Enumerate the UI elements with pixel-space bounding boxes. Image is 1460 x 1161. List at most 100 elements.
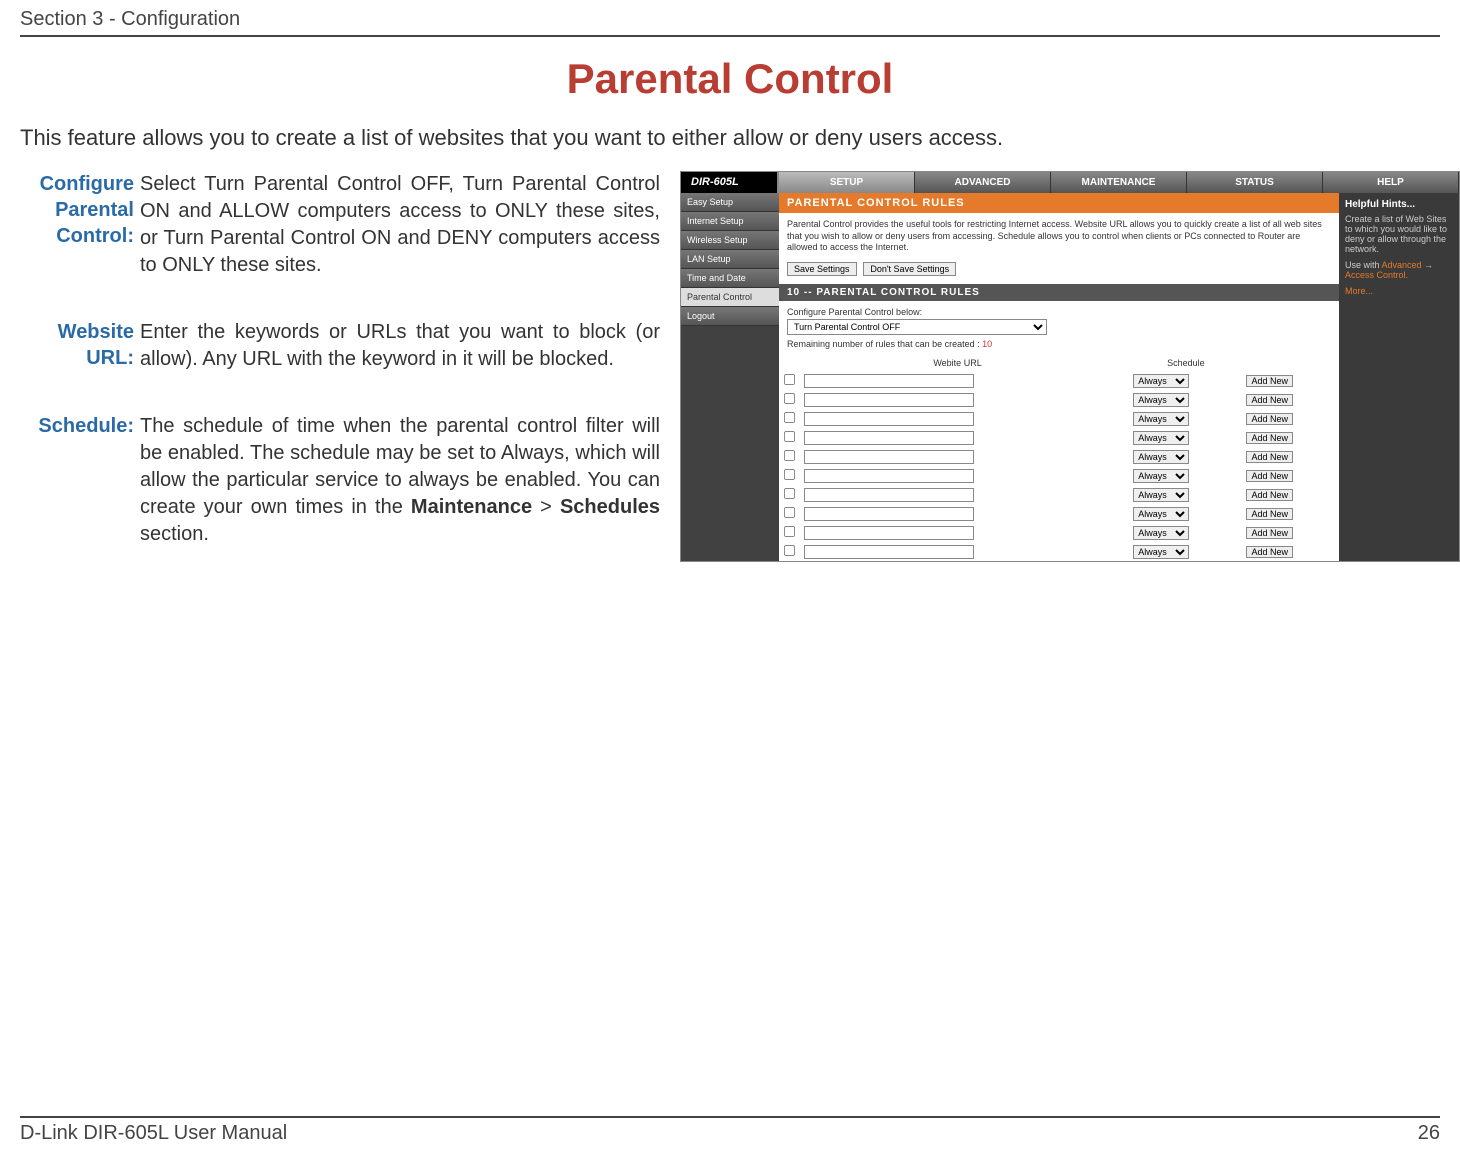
add-new-button[interactable]: Add New: [1246, 413, 1293, 425]
schedule-select[interactable]: Always: [1133, 488, 1189, 502]
rule-enable-checkbox[interactable]: [784, 374, 795, 385]
rule-enable-checkbox[interactable]: [784, 412, 795, 423]
router-tab-advanced[interactable]: ADVANCED: [915, 172, 1051, 193]
rule-enable-checkbox[interactable]: [784, 393, 795, 404]
remaining-prefix: Remaining number of rules that can be cr…: [787, 339, 982, 349]
schedule-select[interactable]: Always: [1133, 507, 1189, 521]
router-tab-setup[interactable]: SETUP: [779, 172, 915, 193]
content-row: Configure Parental Control: Select Turn …: [20, 171, 1440, 588]
add-new-button[interactable]: Add New: [1246, 527, 1293, 539]
website-url-input[interactable]: [804, 450, 974, 464]
sidebar-item-easy-setup[interactable]: Easy Setup: [681, 193, 779, 212]
dont-save-settings-button[interactable]: Don't Save Settings: [863, 262, 956, 276]
add-new-button[interactable]: Add New: [1246, 375, 1293, 387]
definition-text: Enter the keywords or URLs that you want…: [140, 319, 660, 373]
add-new-button[interactable]: Add New: [1246, 470, 1293, 482]
footer-manual-name: D-Link DIR-605L User Manual: [20, 1122, 287, 1145]
schedule-select[interactable]: Always: [1133, 450, 1189, 464]
header-rule: [20, 35, 1440, 37]
page-title: Parental Control: [20, 55, 1440, 103]
table-row: Always Add New: [779, 390, 1339, 409]
screenshot-column: DIR-605L SETUPADVANCEDMAINTENANCESTATUSH…: [680, 171, 1460, 588]
save-settings-button[interactable]: Save Settings: [787, 262, 857, 276]
website-url-input[interactable]: [804, 507, 974, 521]
table-row: Always Add New: [779, 428, 1339, 447]
table-row: Always Add New: [779, 447, 1339, 466]
table-row: Always Add New: [779, 371, 1339, 390]
column-header-url: Webite URL: [800, 355, 1115, 371]
website-url-input[interactable]: [804, 545, 974, 559]
parental-control-select[interactable]: Turn Parental Control OFF: [787, 319, 1047, 335]
website-url-input[interactable]: [804, 469, 974, 483]
table-row: Always Add New: [779, 542, 1339, 561]
router-topbar: DIR-605L SETUPADVANCEDMAINTENANCESTATUSH…: [681, 172, 1459, 193]
intro-text: This feature allows you to create a list…: [20, 125, 1440, 151]
footer-page-number: 26: [1418, 1122, 1440, 1145]
schedule-select[interactable]: Always: [1133, 431, 1189, 445]
schedule-select[interactable]: Always: [1133, 469, 1189, 483]
router-sidebar: Easy SetupInternet SetupWireless SetupLA…: [681, 193, 779, 561]
sidebar-item-internet-setup[interactable]: Internet Setup: [681, 212, 779, 231]
hints-arrow: →: [1422, 260, 1434, 270]
add-new-button[interactable]: Add New: [1246, 432, 1293, 444]
config-area: Configure Parental Control below: Turn P…: [779, 301, 1339, 337]
schedule-select[interactable]: Always: [1133, 374, 1189, 388]
remaining-count: 10: [982, 339, 992, 349]
router-tab-status[interactable]: STATUS: [1187, 172, 1323, 193]
schedule-select[interactable]: Always: [1133, 545, 1189, 559]
schedule-select[interactable]: Always: [1133, 393, 1189, 407]
website-url-input[interactable]: [804, 488, 974, 502]
table-row: Always Add New: [779, 409, 1339, 428]
column-header-schedule: Schedule: [1129, 355, 1242, 371]
router-tabs: SETUPADVANCEDMAINTENANCESTATUSHELP: [779, 172, 1459, 193]
sidebar-item-lan-setup[interactable]: LAN Setup: [681, 250, 779, 269]
sidebar-item-wireless-setup[interactable]: Wireless Setup: [681, 231, 779, 250]
add-new-button[interactable]: Add New: [1246, 546, 1293, 558]
website-url-input[interactable]: [804, 412, 974, 426]
website-url-input[interactable]: [804, 431, 974, 445]
router-tab-help[interactable]: HELP: [1323, 172, 1459, 193]
definition-label: Schedule:: [20, 413, 140, 548]
config-label: Configure Parental Control below:: [787, 307, 1331, 317]
helpful-hints-panel: Helpful Hints... Create a list of Web Si…: [1339, 193, 1459, 561]
hints-link-access-control[interactable]: Access Control.: [1345, 270, 1408, 280]
hints-more-link[interactable]: More...: [1345, 286, 1453, 296]
definition-item: Website URL: Enter the keywords or URLs …: [20, 319, 660, 373]
sidebar-item-logout[interactable]: Logout: [681, 307, 779, 326]
sidebar-item-parental-control[interactable]: Parental Control: [681, 288, 779, 307]
rules-table: Webite URL Schedule AlwaysAdd NewAlwaysA…: [779, 355, 1339, 561]
page-footer: D-Link DIR-605L User Manual 26: [20, 1116, 1440, 1145]
rule-enable-checkbox[interactable]: [784, 450, 795, 461]
schedule-select[interactable]: Always: [1133, 412, 1189, 426]
sidebar-item-time-and-date[interactable]: Time and Date: [681, 269, 779, 288]
rule-enable-checkbox[interactable]: [784, 507, 795, 518]
rule-enable-checkbox[interactable]: [784, 469, 795, 480]
rule-enable-checkbox[interactable]: [784, 488, 795, 499]
add-new-button[interactable]: Add New: [1246, 451, 1293, 463]
website-url-input[interactable]: [804, 526, 974, 540]
router-body: Easy SetupInternet SetupWireless SetupLA…: [681, 193, 1459, 561]
definition-item: Configure Parental Control: Select Turn …: [20, 171, 660, 279]
section-header: Section 3 - Configuration: [20, 0, 1440, 31]
router-tab-maintenance[interactable]: MAINTENANCE: [1051, 172, 1187, 193]
add-new-button[interactable]: Add New: [1246, 508, 1293, 520]
definition-label: Website URL:: [20, 319, 140, 373]
definition-text: The schedule of time when the parental c…: [140, 413, 660, 548]
hints-link-advanced[interactable]: Advanced: [1382, 260, 1422, 270]
rule-enable-checkbox[interactable]: [784, 431, 795, 442]
table-row: Always Add New: [779, 485, 1339, 504]
hints-body: Create a list of Web Sites to which you …: [1345, 214, 1453, 254]
table-row: Always Add New: [779, 466, 1339, 485]
panel-buttons: Save Settings Don't Save Settings: [779, 260, 1339, 284]
rule-enable-checkbox[interactable]: [784, 545, 795, 556]
add-new-button[interactable]: Add New: [1246, 489, 1293, 501]
schedule-select[interactable]: Always: [1133, 526, 1189, 540]
website-url-input[interactable]: [804, 393, 974, 407]
add-new-button[interactable]: Add New: [1246, 394, 1293, 406]
panel-banner: PARENTAL CONTROL RULES: [779, 193, 1339, 213]
hints-usewith: Use with Advanced → Access Control.: [1345, 260, 1453, 280]
rule-enable-checkbox[interactable]: [784, 526, 795, 537]
table-row: Always Add New: [779, 523, 1339, 542]
footer-rule: [20, 1116, 1440, 1118]
website-url-input[interactable]: [804, 374, 974, 388]
